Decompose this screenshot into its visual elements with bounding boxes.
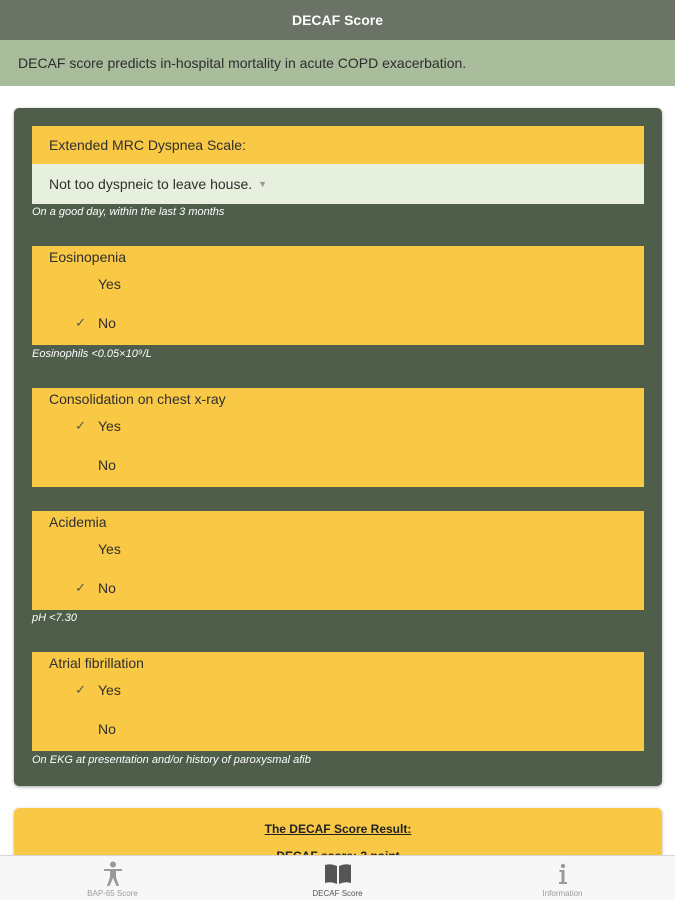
tab-decaf-score[interactable]: DECAF Score	[225, 856, 450, 900]
tab-information[interactable]: Information	[450, 856, 675, 900]
eosinopenia-title: Eosinopenia	[49, 249, 127, 265]
eosinopenia-hint: Eosinophils <0.05×10⁹/L	[32, 348, 152, 360]
consolidation-option-no[interactable]: No	[32, 446, 644, 484]
checkmark-icon: ✓	[75, 418, 86, 433]
option-label: No	[98, 721, 116, 737]
tab-label: BAP-65 Score	[87, 889, 138, 898]
description-text: DECAF score predicts in-hospital mortali…	[18, 55, 467, 71]
eosinopenia-option-no[interactable]: ✓ No	[32, 304, 644, 342]
info-icon	[557, 861, 569, 887]
option-label: Yes	[98, 541, 121, 557]
option-label: No	[98, 457, 116, 473]
consolidation-option-yes[interactable]: ✓ Yes	[32, 407, 644, 445]
tab-bar: BAP-65 Score DECAF Score Information	[0, 855, 675, 900]
criteria-panel: Extended MRC Dyspnea Scale: Not too dysp…	[14, 108, 662, 786]
person-icon	[102, 861, 124, 887]
checkmark-icon	[32, 541, 98, 557]
checkmark-icon	[32, 276, 98, 292]
acidemia-card: Acidemia Yes ✓ No	[32, 511, 644, 610]
afib-hint: On EKG at presentation and/or history of…	[32, 754, 311, 766]
dyspnea-hint: On a good day, within the last 3 months	[32, 206, 225, 218]
dyspnea-select[interactable]: Not too dyspneic to leave house. ▼	[32, 164, 644, 204]
option-label: Yes	[98, 276, 121, 292]
dyspnea-card: Extended MRC Dyspnea Scale: Not too dysp…	[32, 126, 644, 204]
checkmark-icon: ✓	[75, 682, 86, 697]
consolidation-title: Consolidation on chest x-ray	[49, 391, 226, 407]
acidemia-hint: pH <7.30	[32, 612, 77, 624]
option-label: No	[98, 315, 116, 331]
consolidation-card: Consolidation on chest x-ray ✓ Yes No	[32, 388, 644, 487]
checkmark-icon	[32, 457, 98, 473]
book-icon	[324, 861, 352, 887]
checkmark-icon: ✓	[75, 580, 86, 595]
tab-bap65-score[interactable]: BAP-65 Score	[0, 856, 225, 900]
afib-option-yes[interactable]: ✓ Yes	[32, 671, 644, 709]
acidemia-title: Acidemia	[49, 514, 107, 530]
nav-bar: DECAF Score	[0, 0, 675, 40]
checkmark-icon: ✓	[75, 315, 86, 330]
option-label: Yes	[98, 418, 121, 434]
checkmark-icon	[32, 721, 98, 737]
description-banner: DECAF score predicts in-hospital mortali…	[0, 40, 675, 86]
afib-card: Atrial fibrillation ✓ Yes No	[32, 652, 644, 751]
acidemia-option-no[interactable]: ✓ No	[32, 569, 644, 607]
result-title: The DECAF Score Result:	[264, 822, 412, 836]
dyspnea-title: Extended MRC Dyspnea Scale:	[49, 137, 246, 153]
eosinopenia-card: Eosinopenia Yes ✓ No	[32, 246, 644, 345]
page-title: DECAF Score	[291, 12, 384, 28]
option-label: No	[98, 580, 116, 596]
chevron-down-icon: ▼	[258, 179, 268, 189]
dyspnea-selected-value: Not too dyspneic to leave house.	[49, 176, 253, 192]
option-label: Yes	[98, 682, 121, 698]
afib-option-no[interactable]: No	[32, 710, 644, 748]
eosinopenia-option-yes[interactable]: Yes	[32, 265, 644, 303]
tab-label: DECAF Score	[312, 889, 363, 898]
afib-title: Atrial fibrillation	[49, 655, 144, 671]
tab-label: Information	[542, 889, 583, 898]
acidemia-option-yes[interactable]: Yes	[32, 530, 644, 568]
